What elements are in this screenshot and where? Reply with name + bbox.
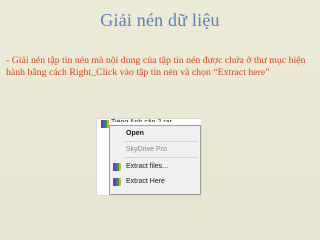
menu-item-skydrive-pro[interactable]: SkyDrive Pro: [110, 144, 200, 156]
menu-separator: [124, 157, 198, 158]
menu-item-label: Extract Here: [126, 178, 165, 185]
menu-item-open[interactable]: Open: [110, 128, 200, 140]
slide-body-text: - Giải nén tập tin nén mà nội dung của t…: [6, 55, 306, 78]
menu-item-extract-files[interactable]: Extract files...: [110, 161, 200, 173]
menu-item-label: Open: [126, 130, 144, 137]
context-menu-screenshot: Tiếng Anh căn 2.rar Open SkyDrive Pro Ex…: [96, 118, 202, 196]
winrar-icon: [113, 178, 121, 186]
menu-separator: [124, 141, 198, 142]
context-menu: Open SkyDrive Pro Extract files... Extra…: [109, 125, 201, 195]
menu-item-extract-here[interactable]: Extract Here: [110, 176, 200, 188]
winrar-icon: [113, 163, 121, 171]
slide-title: Giải nén dữ liệu: [100, 10, 220, 30]
winrar-archive-icon: [101, 120, 109, 128]
menu-item-label: Extract files...: [126, 163, 169, 170]
slide: Giải nén dữ liệu - Giải nén tập tin nén …: [0, 0, 320, 240]
menu-item-label: SkyDrive Pro: [126, 146, 167, 153]
